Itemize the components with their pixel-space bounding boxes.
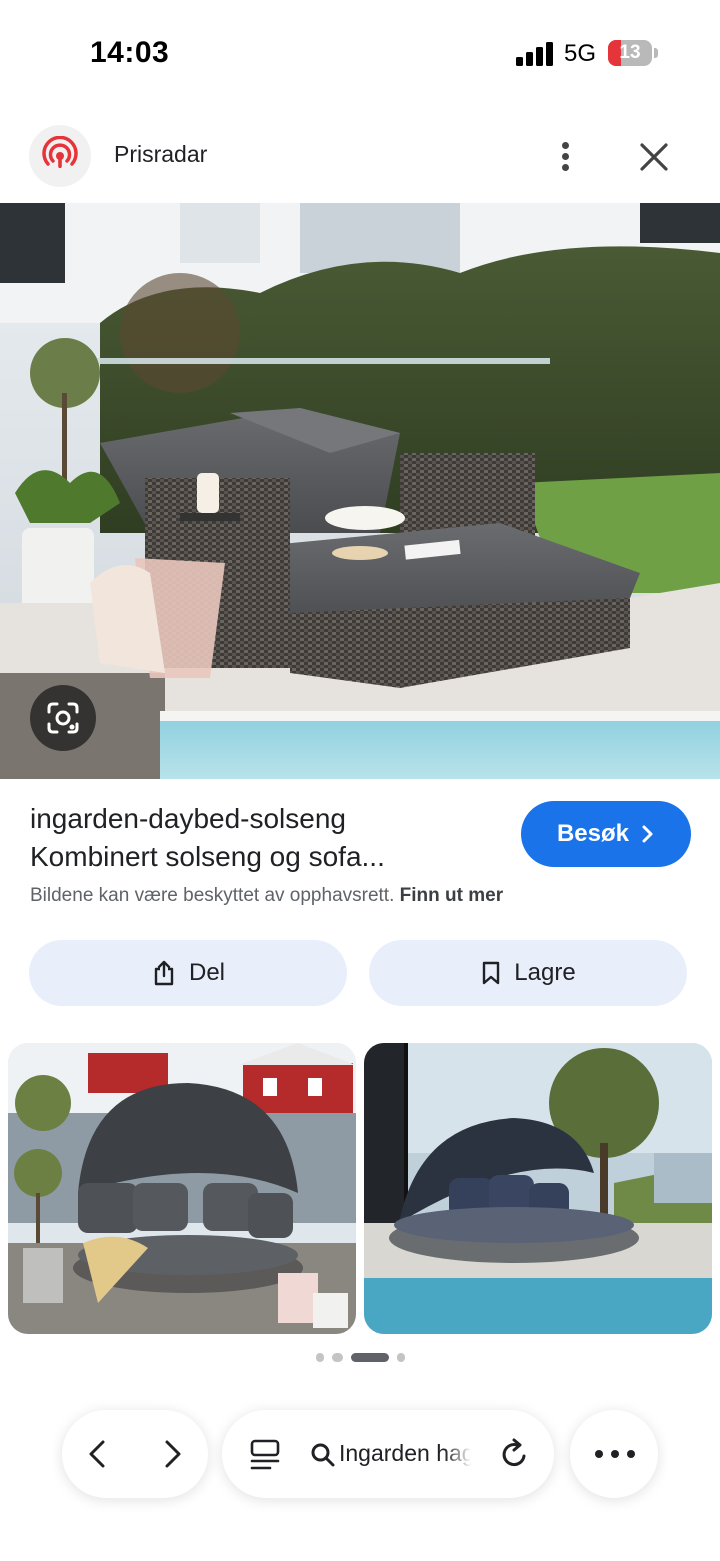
visit-button[interactable]: Besøk (521, 801, 691, 867)
share-button[interactable]: Del (29, 940, 347, 1006)
chevron-right-icon (642, 825, 653, 843)
copyright-notice: Bildene kan være beskyttet av opphavsret… (30, 885, 503, 907)
carousel-dot (397, 1353, 405, 1362)
back-icon[interactable] (78, 1434, 118, 1474)
prisradar-logo-icon[interactable] (29, 125, 91, 187)
status-time: 14:03 (90, 36, 170, 69)
result-title-line2[interactable]: Kombinert solseng og sofa... (30, 838, 500, 876)
result-title-line1[interactable]: ingarden-daybed-solseng (30, 800, 500, 838)
reload-icon[interactable] (498, 1436, 532, 1472)
navigation-pill (62, 1410, 208, 1498)
share-icon (154, 960, 174, 986)
learn-more-link[interactable]: Finn ut mer (400, 885, 503, 906)
battery-level: 13 (619, 42, 641, 63)
copyright-text: Bildene kan være beskyttet av opphavsret… (30, 885, 395, 906)
network-type: 5G (564, 40, 597, 67)
bookmark-icon (483, 961, 500, 985)
forward-icon[interactable] (152, 1434, 192, 1474)
more-options-button[interactable] (570, 1410, 658, 1498)
related-image-1[interactable] (8, 1043, 356, 1334)
close-icon[interactable] (632, 135, 676, 179)
carousel-dot (332, 1353, 343, 1362)
carousel-indicator (316, 1353, 406, 1363)
signal-icon (516, 42, 554, 66)
battery-icon: 13 (608, 40, 658, 66)
carousel-dot-active (351, 1353, 389, 1362)
status-bar: 14:03 5G 13 (0, 0, 720, 100)
save-label: Lagre (514, 959, 576, 986)
more-horiz-icon (595, 1450, 635, 1458)
visit-button-label: Besøk (556, 820, 630, 847)
search-pill[interactable]: Ingarden hage (222, 1410, 554, 1498)
site-header: Prisradar (0, 122, 720, 192)
search-icon (311, 1443, 335, 1467)
bottom-toolbar: Ingarden hage (0, 1410, 720, 1500)
carousel-dot (316, 1353, 324, 1362)
result-title[interactable]: ingarden-daybed-solseng Kombinert solsen… (30, 800, 500, 876)
main-product-image[interactable] (0, 203, 720, 779)
search-query[interactable]: Ingarden hage (339, 1440, 471, 1467)
related-image-2[interactable] (364, 1043, 712, 1334)
lens-icon[interactable] (30, 685, 96, 751)
site-name[interactable]: Prisradar (114, 141, 207, 168)
save-button[interactable]: Lagre (369, 940, 687, 1006)
share-label: Del (188, 959, 225, 986)
more-vert-icon[interactable] (548, 138, 584, 174)
tabs-icon[interactable] (248, 1437, 282, 1473)
